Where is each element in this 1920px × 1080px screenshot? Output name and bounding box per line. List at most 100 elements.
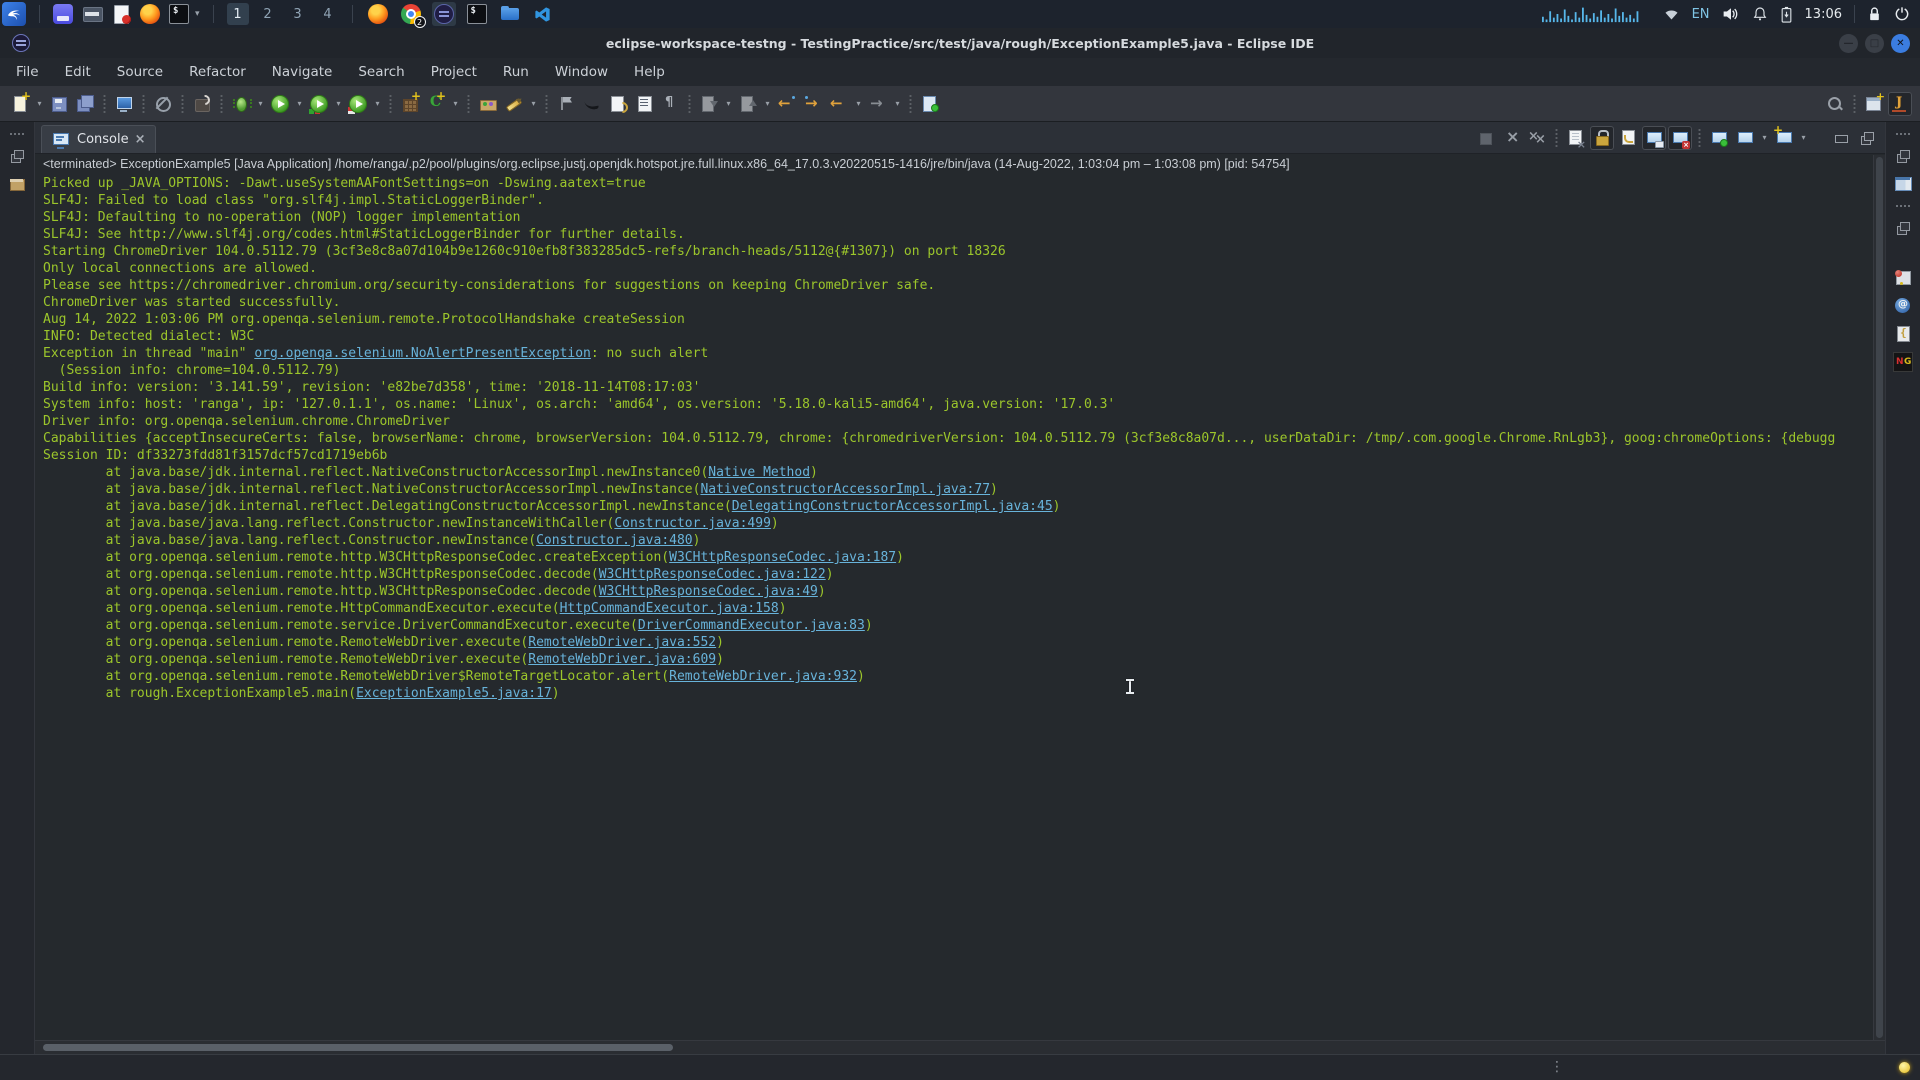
vertical-scrollbar[interactable] xyxy=(1873,155,1885,1040)
save-button[interactable] xyxy=(47,92,71,116)
coverage-dropdown-icon[interactable]: ▾ xyxy=(333,99,344,108)
chevron-down-icon[interactable]: ▾ xyxy=(195,9,200,19)
display-console-dropdown-icon[interactable]: ▾ xyxy=(1759,133,1770,142)
new-wizard-dropdown-icon[interactable]: ▾ xyxy=(34,99,45,108)
doc-refresh-button[interactable] xyxy=(606,92,630,116)
console-link[interactable]: DriverCommandExecutor.java:83 xyxy=(638,618,865,633)
open-console-button[interactable] xyxy=(1772,123,1796,150)
pin-console-button[interactable] xyxy=(1707,126,1731,150)
lightbulb-icon[interactable] xyxy=(1899,1062,1910,1073)
menu-project[interactable]: Project xyxy=(431,64,477,80)
debug-button[interactable] xyxy=(229,92,253,116)
skip-breakpoints-button[interactable] xyxy=(151,92,175,116)
console-link[interactable]: ExceptionExample5.java:17 xyxy=(356,686,552,701)
file-manager-icon[interactable] xyxy=(53,4,73,24)
maximize-button[interactable]: □ xyxy=(1865,33,1884,53)
last-edit-button[interactable] xyxy=(580,92,604,116)
console-link[interactable]: Native Method xyxy=(708,465,810,480)
java-perspective-button[interactable] xyxy=(1888,91,1912,116)
console-link[interactable]: RemoteWebDriver.java:552 xyxy=(528,635,716,650)
text-editor-icon[interactable] xyxy=(111,4,131,24)
save-all-button[interactable] xyxy=(73,92,97,116)
console-tab-close-icon[interactable]: × xyxy=(135,133,146,146)
debug-dropdown-icon[interactable]: ▾ xyxy=(255,99,266,108)
back-button[interactable] xyxy=(827,92,851,116)
menu-search[interactable]: Search xyxy=(358,64,404,80)
package-explorer-icon[interactable] xyxy=(7,174,27,194)
forward-dropdown-icon[interactable]: ▾ xyxy=(892,99,903,108)
console-link[interactable]: W3CHttpResponseCodec.java:122 xyxy=(599,567,826,582)
back-dropdown-icon[interactable]: ▾ xyxy=(853,99,864,108)
console-link[interactable]: W3CHttpResponseCodec.java:49 xyxy=(599,584,818,599)
menu-refactor[interactable]: Refactor xyxy=(189,64,246,80)
new-wizard-button[interactable] xyxy=(8,89,32,116)
new-java-project-button[interactable] xyxy=(398,89,422,116)
workspace-4[interactable]: 4 xyxy=(317,3,339,25)
menu-navigate[interactable]: Navigate xyxy=(272,64,333,80)
annot-next-button[interactable] xyxy=(697,92,721,116)
forward-button[interactable] xyxy=(866,92,890,116)
view-window-red-icon[interactable] xyxy=(1893,268,1913,288)
wifi-icon[interactable] xyxy=(1663,7,1680,22)
terminal-app-button[interactable] xyxy=(465,2,489,26)
search-marker-dropdown-icon[interactable]: ▾ xyxy=(528,99,539,108)
pilcrow-button[interactable] xyxy=(658,92,682,116)
show-stdout-button[interactable] xyxy=(1642,125,1666,150)
horizontal-scrollbar[interactable] xyxy=(35,1040,1885,1054)
kali-menu-button[interactable] xyxy=(2,2,26,26)
menu-run[interactable]: Run xyxy=(503,64,529,80)
new-java-class-dropdown-icon[interactable]: ▾ xyxy=(450,99,461,108)
workspace-2[interactable]: 2 xyxy=(257,3,279,25)
console-link[interactable]: DelegatingConstructorAccessorImpl.java:4… xyxy=(732,499,1053,514)
coverage-button[interactable] xyxy=(307,92,331,116)
trim-restore-icon[interactable] xyxy=(1893,146,1913,166)
menu-source[interactable]: Source xyxy=(117,64,163,80)
run-dropdown-icon[interactable]: ▾ xyxy=(294,99,305,108)
pin-editor-button[interactable] xyxy=(918,92,942,116)
firefox-launcher-icon[interactable] xyxy=(140,4,160,24)
show-stderr-button[interactable] xyxy=(1668,125,1692,150)
bell-icon[interactable] xyxy=(1752,6,1768,22)
search-lens-button[interactable] xyxy=(1823,92,1847,116)
console-output[interactable]: Picked up _JAVA_OPTIONS: -Dawt.useSystem… xyxy=(35,175,1885,1040)
annot-next-dropdown-icon[interactable]: ▾ xyxy=(723,99,734,108)
trim-restore-icon[interactable] xyxy=(1893,218,1913,238)
console-tab[interactable]: Console × xyxy=(41,125,156,153)
open-type-button[interactable] xyxy=(476,92,500,116)
battery-icon[interactable] xyxy=(1780,6,1793,23)
lock-icon[interactable] xyxy=(1867,6,1882,22)
workspace-3[interactable]: 3 xyxy=(287,3,309,25)
firefox-app-button[interactable] xyxy=(366,2,390,26)
testng-view-icon[interactable] xyxy=(1893,352,1913,372)
javadoc-view-icon[interactable] xyxy=(1893,296,1913,316)
minimize-view-button[interactable] xyxy=(1829,126,1853,150)
close-button[interactable]: ✕ xyxy=(1891,33,1910,53)
menu-file[interactable]: File xyxy=(16,64,39,80)
scroll-lock-button[interactable] xyxy=(1590,125,1614,150)
prev-edit-button[interactable] xyxy=(775,92,799,116)
clear-console-button[interactable] xyxy=(1564,126,1588,151)
chrome-app-button[interactable]: 2 xyxy=(399,2,426,28)
flag-button[interactable] xyxy=(554,92,578,116)
titlebar[interactable]: eclipse-workspace-testng - TestingPracti… xyxy=(0,28,1920,58)
folder-icon[interactable] xyxy=(82,4,103,24)
grid-doc-button[interactable] xyxy=(632,92,656,116)
files-app-button[interactable] xyxy=(498,2,522,26)
remove-all-terminated-button[interactable] xyxy=(1525,126,1549,150)
console-link[interactable]: Constructor.java:499 xyxy=(614,516,771,531)
new-java-class-button[interactable] xyxy=(424,89,448,116)
terminate-button[interactable] xyxy=(1473,126,1497,150)
workspace-1[interactable]: 1 xyxy=(226,3,249,25)
console-link[interactable]: NativeConstructorAccessorImpl.java:77 xyxy=(700,482,990,497)
trim-restore-icon[interactable] xyxy=(7,146,27,166)
search-marker-button[interactable] xyxy=(502,92,526,116)
open-perspective-button[interactable] xyxy=(1862,90,1886,116)
profile-button[interactable] xyxy=(346,92,370,116)
annot-prev-button[interactable] xyxy=(736,92,760,116)
console-link[interactable]: Constructor.java:480 xyxy=(536,533,693,548)
menu-help[interactable]: Help xyxy=(634,64,665,80)
console-link[interactable]: W3CHttpResponseCodec.java:187 xyxy=(669,550,896,565)
task-repo-button[interactable] xyxy=(190,92,214,116)
menu-window[interactable]: Window xyxy=(555,64,608,80)
console-link[interactable]: RemoteWebDriver.java:932 xyxy=(669,669,857,684)
